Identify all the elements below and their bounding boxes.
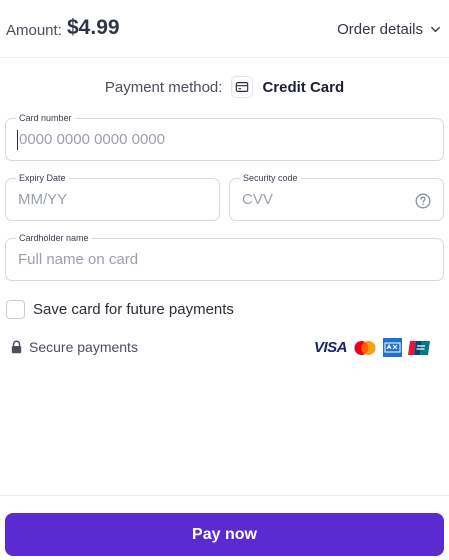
expiry-date-field[interactable]: Expiry Date MM/YY: [5, 172, 220, 221]
mastercard-logo: [354, 340, 376, 355]
payment-method-label: Payment method:: [104, 78, 223, 96]
credit-card-icon: [231, 76, 254, 98]
security-code-input[interactable]: CVV: [242, 179, 273, 220]
lock-icon: [11, 340, 22, 354]
order-details-label: Order details: [337, 21, 423, 38]
cardholder-name-field[interactable]: Cardholder name Full name on card: [5, 232, 444, 281]
visa-logo: VISA: [313, 339, 348, 356]
expiry-date-placeholder: MM/YY: [18, 191, 68, 208]
amount-label: Amount:: [6, 22, 62, 39]
question-circle-icon[interactable]: [415, 193, 431, 209]
expiry-date-input[interactable]: MM/YY: [18, 179, 67, 220]
save-card-option[interactable]: Save card for future payments: [6, 300, 234, 319]
security-code-field[interactable]: Security code CVV: [229, 172, 444, 221]
payment-method-row: Payment method: Credit Card: [0, 74, 449, 100]
security-code-placeholder: CVV: [242, 191, 273, 208]
chevron-down-icon: [431, 26, 440, 33]
pay-now-button[interactable]: Pay now: [5, 513, 444, 556]
secure-payments-label: Secure payments: [29, 339, 138, 355]
card-number-input[interactable]: 0000 0000 0000 0000: [17, 119, 165, 160]
save-card-checkbox[interactable]: [6, 300, 25, 319]
card-brand-logos: VISA: [314, 338, 432, 357]
cardholder-name-input[interactable]: Full name on card: [18, 239, 138, 280]
card-number-field[interactable]: Card number 0000 0000 0000 0000: [5, 112, 444, 161]
text-caret: [17, 129, 18, 150]
payment-method-value: Credit Card: [262, 78, 345, 96]
amount-value: $4.99: [67, 16, 120, 39]
card-number-placeholder: 0000 0000 0000 0000: [19, 131, 165, 148]
secure-payments-note: Secure payments: [11, 339, 138, 355]
unionpay-logo: [408, 340, 430, 355]
footer-divider: [0, 495, 449, 496]
amex-logo: [383, 338, 402, 357]
save-card-label: Save card for future payments: [33, 301, 234, 318]
order-details-toggle[interactable]: Order details: [337, 21, 441, 38]
order-summary-header: Amount: $4.99 Order details: [0, 0, 449, 58]
cardholder-name-placeholder: Full name on card: [18, 251, 139, 268]
